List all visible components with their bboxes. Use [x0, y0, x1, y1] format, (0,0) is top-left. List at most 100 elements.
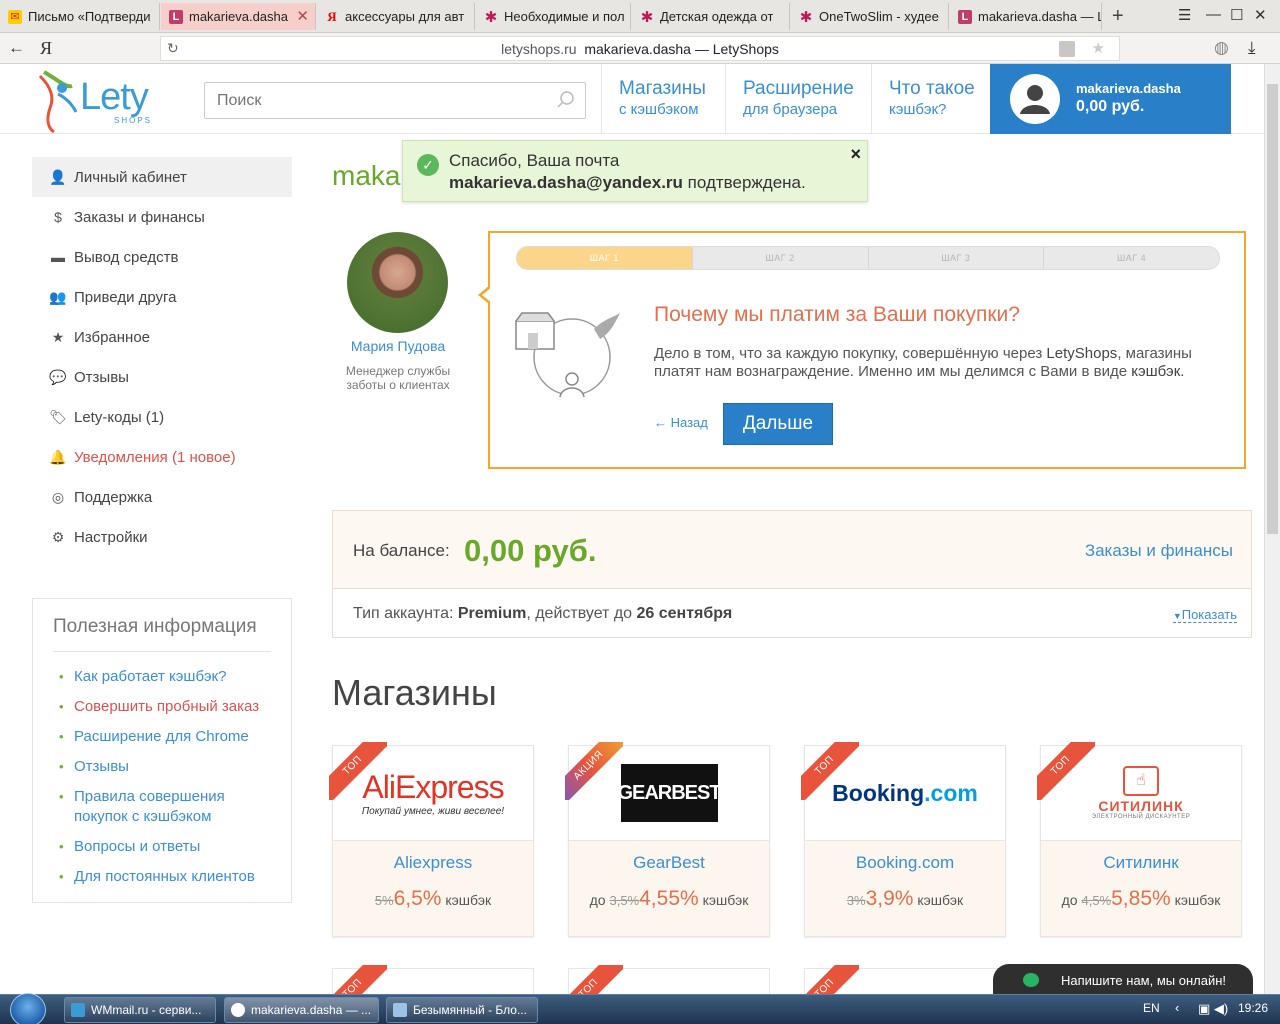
- store-name[interactable]: GearBest: [569, 853, 769, 873]
- add-user-icon: 👥: [49, 288, 67, 305]
- tray-network-volume-icon[interactable]: ▣ ◀): [1198, 1001, 1228, 1017]
- cashback-suffix: кэшбэк: [1174, 892, 1221, 908]
- chat-widget[interactable]: Напишите нам, мы онлайн!: [993, 964, 1253, 998]
- store-name[interactable]: Booking.com: [805, 853, 1005, 873]
- url-field[interactable]: ↻ letyshops.ru makarieva.dasha — LetySho…: [160, 36, 1120, 61]
- sidebar-item-support[interactable]: ◎ Поддержка: [32, 477, 292, 517]
- info-link[interactable]: Отзывы: [59, 757, 129, 777]
- taskbar-item-label: Безымянный - Бло...: [413, 1003, 527, 1017]
- step-3[interactable]: ШАГ 3: [867, 247, 1044, 269]
- sidebar-item-favorites[interactable]: ★ Избранное: [32, 317, 292, 357]
- tab-label: Детская одежда от: [660, 9, 774, 24]
- store-cashback: до 3,5%4,55% кэшбэк: [569, 887, 769, 911]
- cashback-old: 5%: [374, 893, 394, 908]
- top-ribbon: ТОП: [1037, 742, 1095, 800]
- flower-icon: ✱: [640, 8, 654, 26]
- globe-icon[interactable]: ◍: [1214, 38, 1229, 58]
- letyshops-logo[interactable]: Lety SHOPS: [32, 68, 162, 134]
- sidebar-item-settings[interactable]: ⚙ Настройки: [32, 517, 292, 557]
- clock[interactable]: 19:26: [1238, 1001, 1268, 1015]
- store-card-aliexpress[interactable]: AliExpress Покупай умнее, живи веселее! …: [329, 742, 534, 937]
- info-link[interactable]: Совершить пробный заказ: [59, 697, 259, 717]
- back-arrow-icon[interactable]: ←: [8, 38, 25, 58]
- download-icon[interactable]: ⤓: [1248, 38, 1256, 58]
- sidebar-item-withdraw[interactable]: ▬ Вывод средств: [32, 237, 292, 277]
- back-link[interactable]: ← Назад: [654, 415, 708, 430]
- taskbar-item[interactable]: WMmail.ru - серви...: [64, 997, 216, 1023]
- orders-finance-link[interactable]: Заказы и финансы: [1085, 541, 1233, 561]
- manager-name[interactable]: Мария Пудова: [332, 338, 464, 354]
- browser-tab[interactable]: ✱ Необходимые и пол: [476, 3, 631, 30]
- info-link[interactable]: Правила совершения покупок с кэшбэком: [59, 787, 264, 827]
- browser-tab[interactable]: ✱ Детская одежда от: [632, 3, 790, 30]
- account-type-label: Тип аккаунта:: [353, 605, 458, 622]
- cashback-cycle-icon: [515, 312, 620, 398]
- browser-tab-active[interactable]: L makarieva.dasha ✕: [161, 3, 316, 30]
- step-2[interactable]: ШАГ 2: [691, 247, 868, 269]
- cashback-suffix: кэшбэк: [917, 892, 964, 908]
- store-card-gearbest[interactable]: GEARBEST GearBest до 3,5%4,55% кэшбэк АК…: [565, 742, 770, 937]
- step-4[interactable]: ШАГ 4: [1043, 247, 1219, 269]
- browser-tab[interactable]: ✱ OneTwoSlim - худее: [791, 3, 949, 30]
- maximize-icon[interactable]: ☐: [1230, 6, 1243, 24]
- bookmark-star-icon[interactable]: ★: [1092, 39, 1105, 57]
- user-balance: 0,00 руб.: [1076, 98, 1145, 115]
- store-cashback: 5%6,5% кэшбэк: [333, 887, 533, 911]
- show-link[interactable]: ▼Показать: [1172, 607, 1237, 623]
- taskbar-item-active[interactable]: makarieva.dasha — ...: [224, 997, 379, 1023]
- sidebar-item-notifications[interactable]: 🔔 Уведомления (1 новое): [32, 437, 292, 477]
- sidebar-item-label: Приведи друга: [74, 288, 177, 306]
- store-card-booking[interactable]: Booking.com Booking.com 3%3,9% кэшбэк ТО…: [801, 742, 1006, 937]
- account-valid-label: , действует до: [526, 605, 637, 622]
- account-type-value: Premium: [457, 605, 527, 622]
- info-link[interactable]: Для постоянных клиентов: [59, 867, 255, 887]
- info-link[interactable]: Вопросы и ответы: [59, 837, 200, 857]
- info-link[interactable]: Расширение для Chrome: [59, 727, 249, 747]
- sidebar-item-invite[interactable]: 👥 Приведи друга: [32, 277, 292, 317]
- browser-tab[interactable]: ✉ Письмо «Подтверди: [0, 3, 160, 30]
- store-name[interactable]: Aliexpress: [333, 853, 533, 873]
- nav-stores[interactable]: Магазины с кэшбэком: [601, 64, 726, 134]
- cashback-word: кэшбэк.: [1131, 363, 1185, 380]
- page-scrollbar[interactable]: [1264, 64, 1280, 994]
- minimize-icon[interactable]: —: [1206, 6, 1221, 23]
- sidebar-item-reviews[interactable]: 💬 Отзывы: [32, 357, 292, 397]
- avatar: [1010, 74, 1060, 124]
- nav-extension[interactable]: Расширение для браузера: [725, 64, 871, 134]
- taskbar-item[interactable]: Безымянный - Бло...: [386, 997, 538, 1023]
- store-card-citilink[interactable]: ☝ СИТИЛИНК ЭЛЕКТРОННЫЙ ДИСКАУНТЕР Ситили…: [1037, 742, 1242, 937]
- lock-icon[interactable]: [1059, 41, 1075, 57]
- browser-tab[interactable]: L makarieva.dasha — L: [950, 3, 1102, 30]
- next-button[interactable]: Дальше: [723, 403, 833, 445]
- user-account-box[interactable]: makarieva.dasha 0,00 руб.: [990, 64, 1231, 134]
- browser-tab[interactable]: Я аксессуары для авт: [317, 3, 475, 30]
- menu-icon[interactable]: ☰: [1178, 6, 1191, 24]
- nav-what-is-cashback[interactable]: Что такое кэшбэк?: [871, 64, 991, 134]
- new-tab-button[interactable]: +: [1112, 5, 1124, 28]
- store-name[interactable]: Ситилинк: [1041, 853, 1241, 873]
- start-button[interactable]: [10, 993, 46, 1024]
- nav-sublabel: для браузера: [743, 101, 838, 118]
- search-icon[interactable]: [556, 90, 576, 110]
- language-indicator[interactable]: EN: [1143, 1001, 1160, 1015]
- brand-name: LetyShops: [1046, 345, 1118, 362]
- sale-ribbon: АКЦИЯ: [565, 742, 623, 800]
- hummingbird-icon: [38, 70, 78, 134]
- tab-label: makarieva.dasha — L: [978, 9, 1101, 24]
- browser-tab-bar: ✉ Письмо «Подтверди L makarieva.dasha ✕ …: [0, 0, 1280, 33]
- close-window-icon[interactable]: ✕: [1254, 6, 1267, 24]
- yandex-logo-icon[interactable]: Я: [40, 38, 52, 59]
- sidebar-item-dashboard[interactable]: 👤 Личный кабинет: [32, 157, 292, 197]
- step-1[interactable]: ШАГ 1: [517, 247, 692, 269]
- search-input[interactable]: [204, 82, 586, 119]
- notification-toast: ✓ Спасибо, Ваша почта makarieva.dasha@ya…: [402, 140, 868, 202]
- close-icon[interactable]: ×: [850, 144, 861, 165]
- sidebar-item-orders[interactable]: $ Заказы и финансы: [32, 197, 292, 237]
- sidebar-item-lety-codes[interactable]: 🏷 Lety-коды (1): [32, 397, 292, 437]
- speech-tail-inner: [482, 287, 492, 303]
- tray-expand-icon[interactable]: ‹: [1175, 1000, 1179, 1015]
- ribbon-label: ТОП: [329, 742, 387, 800]
- close-tab-icon[interactable]: ✕: [296, 7, 309, 25]
- scrollbar-thumb[interactable]: [1267, 84, 1278, 534]
- info-link[interactable]: Как работает кэшбэк?: [59, 667, 226, 687]
